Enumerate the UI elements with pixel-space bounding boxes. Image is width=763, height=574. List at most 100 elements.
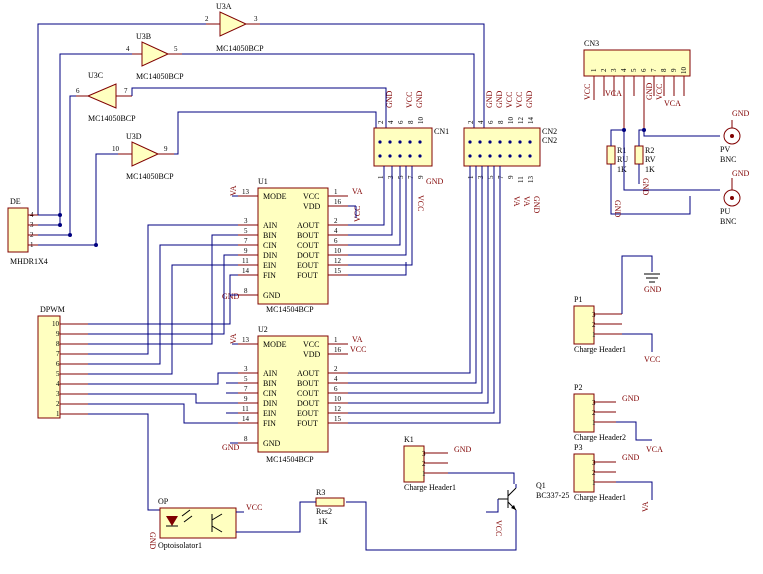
cn3-pin-6: 6 (640, 68, 648, 72)
u2-pin-fout: FOUT (297, 419, 318, 428)
u1-num-2: 2 (334, 217, 338, 225)
cn1-pin-4: 4 (387, 120, 395, 124)
u2-pin-vdd: VDD (303, 350, 321, 359)
u2-pin-fin: FIN (263, 419, 276, 428)
buffer-u3a-triangle (219, 11, 248, 37)
header-dpwm[interactable]: DPWM 10 9 8 7 6 5 4 3 2 1 (37, 305, 88, 419)
r3-designator: R3 (316, 488, 325, 497)
bnc-pv[interactable]: PV BNC (720, 120, 741, 164)
buffer-u3b[interactable]: U3B MC14050BCP 4 5 (126, 32, 184, 81)
cn1-pin-7: 7 (407, 175, 415, 179)
u2-num-14: 14 (242, 415, 250, 423)
r2-value: 1K (645, 165, 655, 174)
dpwm-pin-8: 8 (56, 340, 60, 348)
resistor-r3[interactable]: R3 Res2 1K (315, 488, 345, 526)
u2-pin-ain: AIN (263, 369, 277, 378)
buffer-u3a[interactable]: U3A MC14050BCP 2 3 (205, 2, 264, 53)
ic-u1[interactable]: U1 MC14504BCP MODE AIN BIN CIN DIN EIN F… (238, 177, 348, 314)
u1-vcc-net-va: VA (352, 187, 363, 196)
cn2-net-va-1: VA (512, 196, 521, 207)
r2-body (634, 145, 644, 165)
op-designator: OP (158, 497, 169, 506)
cn2-pin-4: 4 (477, 120, 485, 124)
u1-num-5: 5 (244, 227, 248, 235)
u1-num-4: 4 (334, 227, 338, 235)
u2-num-2: 2 (334, 365, 338, 373)
header-p3[interactable]: P3 Charge Header1 3 2 1 (573, 443, 626, 502)
header-p2[interactable]: P2 Charge Header2 3 2 1 (573, 383, 626, 442)
header-p1[interactable]: P1 Charge Header1 3 2 1 (573, 295, 626, 354)
schematic-canvas: U3A MC14050BCP 2 3 U3B MC14050BCP 4 5 U3… (0, 0, 763, 574)
dpwm-pin-9: 9 (56, 330, 60, 338)
dpwm-pin-4: 4 (56, 380, 60, 388)
cn1-net-gnd-bottom: GND (426, 177, 444, 186)
q1-net-vcc: VCC (494, 520, 503, 536)
resistor-r1[interactable]: R1 RU 1K (606, 145, 628, 174)
r1-designator: R1 (617, 146, 626, 155)
buffer-u3b-triangle (141, 41, 170, 67)
p1-net-vcc: VCC (644, 355, 660, 364)
de-designator: DE (10, 197, 21, 206)
bnc-pu[interactable]: PU BNC (720, 178, 741, 226)
u2-num-10: 10 (334, 395, 342, 403)
k1-body (403, 445, 425, 483)
u2-vdd-net-vcc: VCC (350, 345, 366, 354)
u3a-pin-in: 2 (205, 15, 209, 23)
cn2-net-va-2: VA (522, 196, 531, 207)
dpwm-designator: DPWM (40, 305, 65, 314)
resistor-r2[interactable]: R2 RV 1K (634, 145, 656, 174)
u2-pin-aout: AOUT (297, 369, 319, 378)
u2-num-3: 3 (244, 365, 248, 373)
k1-pin-1: 1 (422, 470, 426, 478)
cn2-net-gnd-3: GND (525, 90, 534, 108)
cn1-pin-2: 2 (377, 120, 385, 124)
cn2-net-gnd-bottom: GND (532, 196, 541, 214)
r1-net-gnd: GND (613, 200, 622, 218)
buffer-u3c[interactable]: U3C MC14050BCP 6 7 (76, 71, 136, 123)
cn1-pin-10: 10 (417, 117, 425, 125)
cn2-net-gnd-1: GND (485, 90, 494, 108)
cn3-net-vca-2: VCA (664, 99, 681, 108)
u1-vdd-net-vcc: VCC (353, 206, 362, 222)
u2-num-5: 5 (244, 375, 248, 383)
u1-comment: MC14504BCP (266, 305, 314, 314)
cn2-pin-1: 1 (467, 175, 475, 179)
header-de[interactable]: DE MHDR1X4 4 3 2 1 (7, 197, 48, 266)
p1-designator: P1 (574, 295, 582, 304)
cn3-pin-2: 2 (600, 68, 608, 72)
p3-net-va: VA (641, 501, 650, 512)
connector-cn2[interactable]: CN2 CN2 2 4 6 8 10 12 14 1 3 5 7 9 11 13 (463, 117, 557, 184)
u2-designator: U2 (258, 325, 268, 334)
ic-u2[interactable]: U2 MC14504BCP MODE AIN BIN CIN DIN EIN F… (238, 325, 348, 464)
u1-pin-dout: DOUT (297, 251, 319, 260)
u3b-designator: U3B (136, 32, 151, 41)
transistor-q1[interactable]: Q1 BC337-25 (498, 481, 569, 511)
u2-num-9: 9 (244, 395, 248, 403)
buffer-u3d[interactable]: U3D MC14050BCP 10 9 (112, 132, 174, 181)
u1-num-10: 10 (334, 247, 342, 255)
p2-designator: P2 (574, 383, 582, 392)
cn2-pin-6: 6 (487, 120, 495, 124)
u1-num-9: 9 (244, 247, 248, 255)
cn3-pin-9: 9 (670, 68, 678, 72)
p1-body (573, 305, 595, 345)
connector-cn2-body (463, 127, 541, 167)
u1-pin-bin: BIN (263, 231, 277, 240)
u2-pin-din: DIN (263, 399, 277, 408)
pu-designator: PU (720, 207, 730, 216)
u1-num-13: 13 (242, 188, 250, 196)
optoisolator-op[interactable]: OP Optoisolator1 (158, 497, 237, 550)
u1-pin-ain: AIN (263, 221, 277, 230)
r2-name: RV (645, 155, 656, 164)
u2-pin-ein: EIN (263, 409, 277, 418)
cn3-pin-7: 7 (650, 68, 658, 72)
dpwm-pin-5: 5 (56, 370, 60, 378)
bnc-pu-center (730, 196, 734, 200)
connector-cn3[interactable]: CN3 1 2 3 4 5 6 7 8 9 10 (583, 39, 691, 130)
u1-num-6: 6 (334, 237, 338, 245)
dpwm-pin-6: 6 (56, 360, 60, 368)
header-k1[interactable]: K1 Charge Header1 3 2 1 (403, 435, 456, 492)
u2-num-16: 16 (334, 346, 342, 354)
u2-pin-bin: BIN (263, 379, 277, 388)
r2-net-gnd: GND (641, 178, 650, 196)
